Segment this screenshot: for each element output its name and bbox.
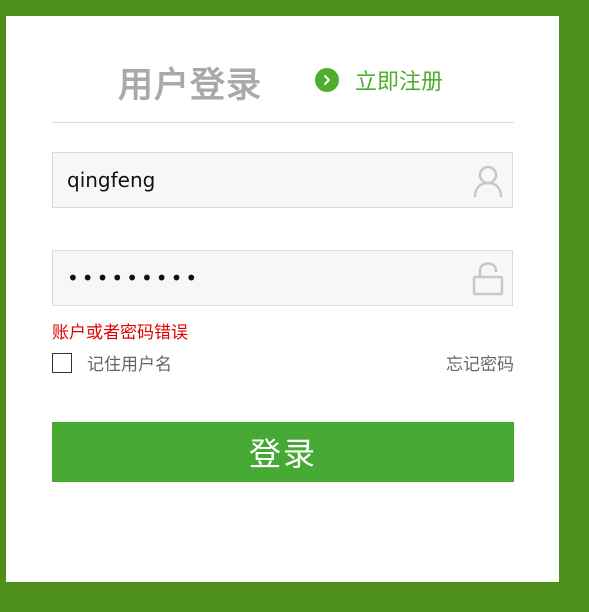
error-message: 账户或者密码错误: [52, 323, 188, 343]
login-panel: 用户登录 立即注册 账户或者密码错误: [6, 16, 559, 582]
remember-label: 记住用户名: [87, 355, 172, 375]
password-input[interactable]: [67, 251, 457, 305]
unlock-icon: [472, 262, 504, 296]
register-link[interactable]: 立即注册: [315, 64, 443, 96]
login-header: 用户登录 立即注册: [52, 52, 514, 123]
remember-username: 记住用户名: [52, 350, 172, 375]
register-label: 立即注册: [355, 70, 444, 95]
user-icon: [472, 164, 504, 198]
username-field-box: [52, 152, 513, 208]
forgot-password-link[interactable]: 忘记密码: [446, 350, 514, 375]
password-field-box: [52, 250, 513, 306]
remember-checkbox[interactable]: [52, 352, 72, 373]
login-button[interactable]: 登录: [52, 422, 514, 482]
page-title: 用户登录: [118, 66, 263, 106]
username-input[interactable]: [67, 153, 457, 207]
chevron-right-circle-icon: [315, 68, 339, 92]
